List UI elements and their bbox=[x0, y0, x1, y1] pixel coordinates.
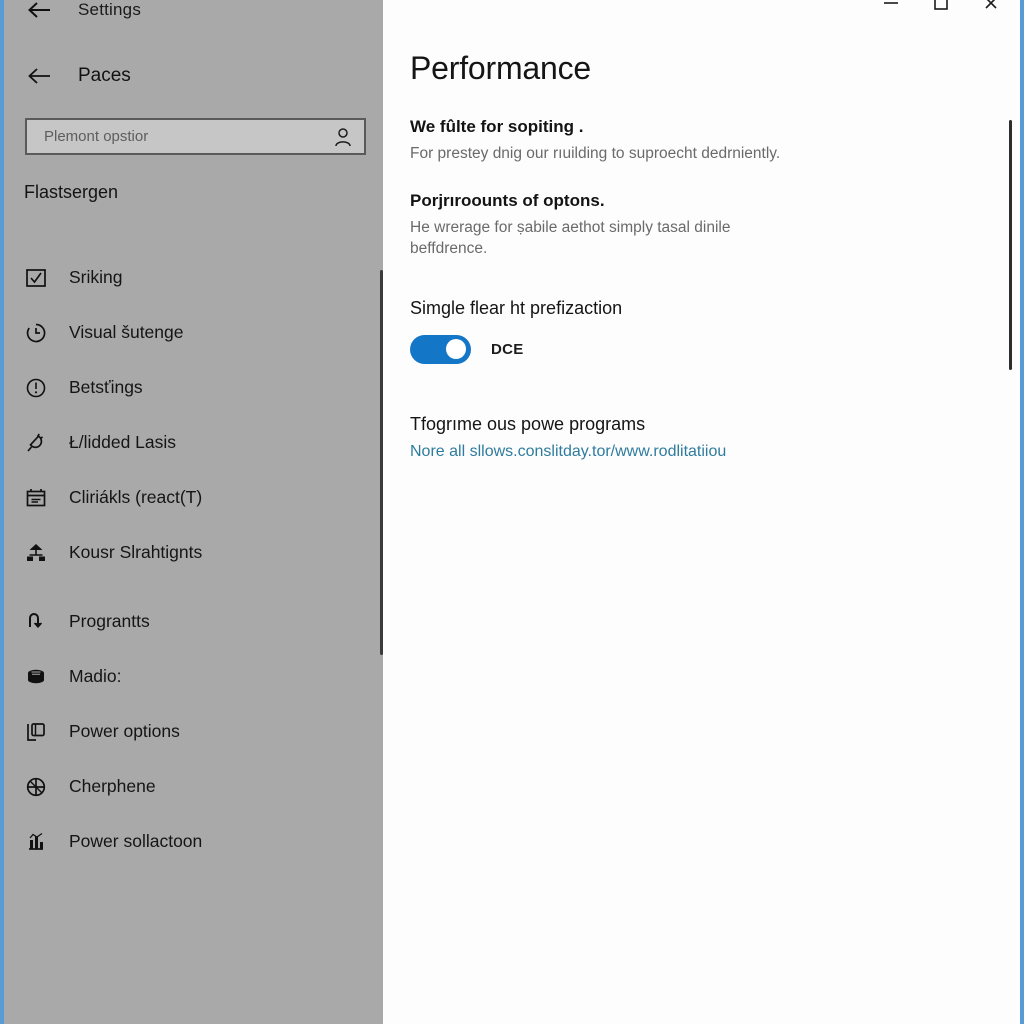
external-link[interactable]: Nore all sllows.conslitday.tor/www.rodli… bbox=[410, 443, 726, 461]
window-controls bbox=[866, 0, 1016, 20]
main-content-panel: Performance We fûlte for sopiting . For … bbox=[383, 0, 1020, 1024]
sidebar-item-label: Kousr Slrahtignts bbox=[69, 542, 203, 562]
sidebar-item-label: Betsťings bbox=[69, 377, 143, 397]
sidebar-back-row[interactable]: Paces bbox=[4, 59, 383, 93]
toggle-section: Simgle flear ht prefizaction DCE bbox=[410, 298, 970, 364]
sidebar-item-power-sollactoon[interactable]: Power sollactoon bbox=[4, 814, 383, 869]
preference-toggle-switch[interactable] bbox=[410, 334, 471, 364]
sidebar-item-visual-sutenge[interactable]: Visual šutenge bbox=[4, 305, 383, 360]
search-placeholder: Plemont opstior bbox=[44, 128, 149, 145]
title-bar: Settings bbox=[4, 0, 383, 30]
settings-window: Settings Paces Plemont opstior Flastserg… bbox=[0, 0, 1024, 1024]
main-scrollbar[interactable] bbox=[1009, 120, 1012, 370]
sidebar-item-prograntts[interactable]: Prograntts bbox=[4, 594, 383, 649]
close-icon[interactable] bbox=[966, 0, 1016, 20]
maximize-icon[interactable] bbox=[916, 0, 966, 20]
window-icon bbox=[23, 719, 49, 745]
sidebar-item-madio[interactable]: Madio: bbox=[4, 649, 383, 704]
sidebar-item-label: Prograntts bbox=[69, 611, 150, 631]
section-body: He wrerage for ṣabile aethot simply tasa… bbox=[410, 218, 731, 257]
window-title: Settings bbox=[78, 0, 142, 19]
sidebar-item-power-options[interactable]: Power options bbox=[4, 704, 383, 759]
sidebar-back-arrow-icon[interactable] bbox=[22, 61, 56, 91]
link-section: Tfogrıme ous powe programs Nore all sllo… bbox=[410, 414, 970, 461]
sidebar-item-label: Power sollactoon bbox=[69, 831, 203, 851]
sidebar-section-title: Flastsergen bbox=[24, 182, 119, 202]
info-section-2: Porjrıroounts of optons. He wrerage for … bbox=[410, 191, 970, 260]
sidebar-item-kousr-slrahtignts[interactable]: Kousr Slrahtignts bbox=[4, 525, 383, 580]
sidebar-group-divider bbox=[4, 580, 383, 594]
toggle-row: DCE bbox=[410, 334, 970, 364]
search-input[interactable]: Plemont opstior bbox=[25, 118, 366, 155]
analytics-icon bbox=[23, 829, 49, 855]
content-container: Performance We fûlte for sopiting . For … bbox=[410, 50, 970, 461]
arrow-turn-icon bbox=[23, 609, 49, 635]
sidebar-item-label: Sriking bbox=[69, 267, 123, 287]
sidebar-item-label: Power options bbox=[69, 721, 180, 741]
link-section-heading: Tfogrıme ous powe programs bbox=[410, 413, 646, 434]
sidebar-item-label: Ł/lidded Lasis bbox=[69, 432, 177, 452]
section-heading: Porjrıroounts of optons. bbox=[410, 190, 605, 210]
sidebar-item-label: Cherphene bbox=[69, 776, 156, 796]
history-clock-icon bbox=[23, 320, 49, 346]
info-circle-icon bbox=[23, 375, 49, 401]
sidebar-item-label: Visual šutenge bbox=[69, 322, 184, 342]
sidebar-item-label: Madio: bbox=[69, 666, 122, 686]
sidebar-item-cherphene[interactable]: Cherphene bbox=[4, 759, 383, 814]
sidebar-nav-list: Sriking Visual šutenge Betsťings Ł/lidde… bbox=[4, 250, 383, 869]
sidebar-item-label: Cliriákls (react(T) bbox=[69, 487, 203, 507]
sidebar: Settings Paces Plemont opstior Flastserg… bbox=[4, 0, 383, 1024]
checkbox-icon bbox=[23, 265, 49, 291]
sidebar-item-sriking[interactable]: Sriking bbox=[4, 250, 383, 305]
database-icon bbox=[23, 664, 49, 690]
page-title: Performance bbox=[410, 50, 591, 86]
minimize-icon[interactable] bbox=[866, 0, 916, 20]
calendar-icon bbox=[23, 485, 49, 511]
window-back-arrow-icon[interactable] bbox=[22, 0, 56, 25]
toggle-section-label: Simgle flear ht prefizaction bbox=[410, 297, 623, 318]
sidebar-item-betstings[interactable]: Betsťings bbox=[4, 360, 383, 415]
toggle-state-label: DCE bbox=[491, 340, 524, 358]
plug-icon bbox=[23, 430, 49, 456]
sidebar-back-label: Paces bbox=[78, 65, 131, 86]
globe-icon bbox=[23, 774, 49, 800]
section-body: For prestey dnig our rıuilding to suproe… bbox=[410, 145, 781, 162]
person-icon[interactable] bbox=[332, 126, 354, 148]
sidebar-item-cliriakls[interactable]: Cliriákls (react(T) bbox=[4, 470, 383, 525]
section-heading: We fûlte for sopiting . bbox=[410, 117, 584, 136]
network-share-icon bbox=[23, 540, 49, 566]
info-section-1: We fûlte for sopiting . For prestey dnig… bbox=[410, 117, 970, 165]
toggle-knob bbox=[446, 339, 466, 360]
sidebar-item-midded-lasis[interactable]: Ł/lidded Lasis bbox=[4, 415, 383, 470]
